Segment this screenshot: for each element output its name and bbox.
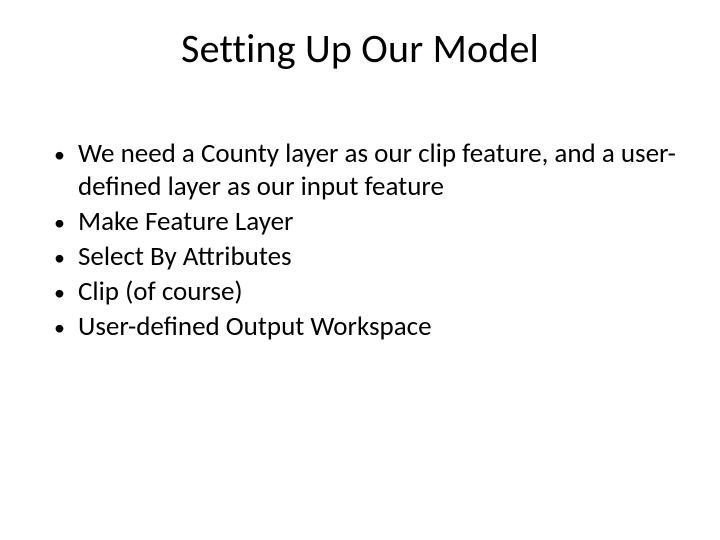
bullet-list: We need a County layer as our clip featu… [48,138,678,344]
list-item: Select By Attributes [48,241,678,274]
slide: Setting Up Our Model We need a County la… [0,0,720,540]
list-item: We need a County layer as our clip featu… [48,138,678,204]
list-item: User-defined Output Workspace [48,311,678,344]
list-item: Clip (of course) [48,276,678,309]
slide-body: We need a County layer as our clip featu… [48,138,678,346]
slide-title: Setting Up Our Model [0,24,720,73]
list-item: Make Feature Layer [48,206,678,239]
